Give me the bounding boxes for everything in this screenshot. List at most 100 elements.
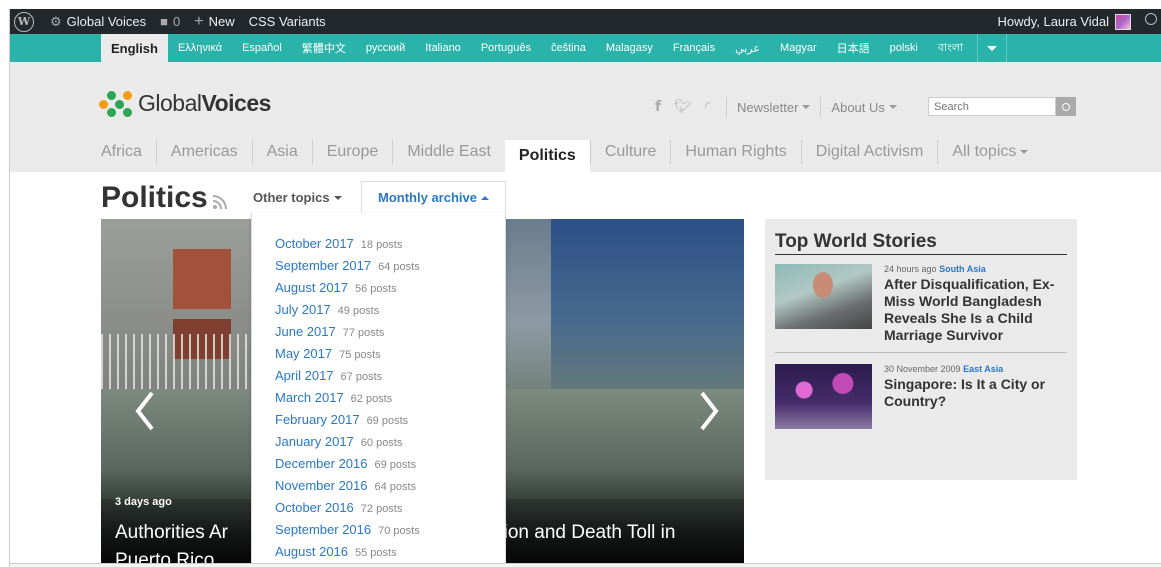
topic-tab[interactable]: Human Rights xyxy=(670,140,800,164)
archive-month-link[interactable]: March 2017 xyxy=(275,390,344,405)
comments-menu[interactable]: ■ 0 xyxy=(160,14,180,29)
story-title[interactable]: Singapore: Is It a City or Country? xyxy=(884,376,1067,410)
language-link[interactable]: English xyxy=(101,34,168,62)
topic-tab[interactable]: Digital Activism xyxy=(800,140,938,164)
language-link[interactable]: русский xyxy=(356,34,415,62)
archive-month-item[interactable]: February 2017 69 posts xyxy=(275,412,505,434)
language-link[interactable]: বাংলা xyxy=(928,34,973,62)
archive-month-item[interactable]: December 2016 69 posts xyxy=(275,456,505,478)
archive-month-item[interactable]: July 2017 49 posts xyxy=(275,302,505,324)
language-link[interactable]: عربي xyxy=(725,34,770,62)
topic-label: Digital Activism xyxy=(815,143,924,160)
archive-month-item[interactable]: September 2016 70 posts xyxy=(275,522,505,544)
more-languages-button[interactable] xyxy=(977,34,1008,62)
archive-month-item[interactable]: September 2017 64 posts xyxy=(275,258,505,280)
archive-month-item[interactable]: June 2017 77 posts xyxy=(275,324,505,346)
monthly-archive-toggle[interactable]: Monthly archive xyxy=(361,181,506,213)
topic-label: Europe xyxy=(326,143,379,160)
story-region-link[interactable]: East Asia xyxy=(963,364,1003,374)
story-title[interactable]: After Disqualification, Ex-Miss World Ba… xyxy=(884,276,1067,344)
language-link[interactable]: Español xyxy=(232,34,292,62)
wordpress-logo-icon[interactable]: W xyxy=(14,11,34,32)
comment-icon: ■ xyxy=(160,14,169,29)
rss-feed-icon[interactable] xyxy=(212,194,228,210)
archive-month-link[interactable]: June 2017 xyxy=(275,324,336,339)
language-link[interactable]: Português xyxy=(471,34,541,62)
language-link[interactable]: Ελληνικά xyxy=(168,34,232,62)
topic-tab[interactable]: Americas xyxy=(155,140,252,164)
facebook-icon[interactable]: f xyxy=(655,99,661,115)
archive-month-item[interactable]: October 2016 72 posts xyxy=(275,500,505,522)
rss-icon[interactable]: ◜ xyxy=(705,98,710,115)
topic-tab[interactable]: All topics xyxy=(937,140,1042,164)
language-link[interactable]: polski xyxy=(880,34,928,62)
language-link[interactable]: Italiano xyxy=(415,34,470,62)
search-input[interactable] xyxy=(928,97,1056,116)
story-thumbnail[interactable] xyxy=(775,364,872,429)
archive-month-link[interactable]: April 2017 xyxy=(275,368,334,383)
language-link[interactable]: 日本語 xyxy=(827,34,880,62)
archive-month-link[interactable]: September 2017 xyxy=(275,258,371,273)
archive-month-item[interactable]: May 2017 75 posts xyxy=(275,346,505,368)
archive-post-count: 69 posts xyxy=(366,415,409,427)
archive-month-link[interactable]: February 2017 xyxy=(275,412,360,427)
language-list: English Ελληνικά Español 繁體中文 русский Italian… xyxy=(101,34,1008,62)
language-link[interactable]: 繁體中文 xyxy=(292,34,356,62)
site-header: GlobalVoices f 🐦︎ ◜ Newsletter About Us … xyxy=(10,62,1161,172)
archive-month-item[interactable]: March 2017 62 posts xyxy=(275,390,505,412)
topic-tab[interactable]: Middle East xyxy=(392,140,505,164)
story-thumbnail[interactable] xyxy=(775,264,872,329)
admin-search-icon[interactable] xyxy=(1145,13,1157,25)
archive-month-link[interactable]: September 2016 xyxy=(275,522,371,537)
new-menu[interactable]: + New xyxy=(194,13,234,31)
archive-month-item[interactable]: April 2017 67 posts xyxy=(275,368,505,390)
avatar xyxy=(1115,13,1131,30)
archive-month-link[interactable]: October 2017 xyxy=(275,236,354,251)
topic-tab[interactable]: Culture xyxy=(589,140,671,164)
css-variants-menu[interactable]: CSS Variants xyxy=(249,14,326,29)
chevron-right-icon xyxy=(700,391,719,431)
archive-month-link[interactable]: August 2016 xyxy=(275,544,348,559)
chevron-left-icon xyxy=(135,391,154,431)
slider-next-button[interactable] xyxy=(699,391,719,431)
newsletter-menu[interactable]: Newsletter xyxy=(726,97,820,117)
archive-month-item[interactable]: November 2016 64 posts xyxy=(275,478,505,500)
archive-month-link[interactable]: October 2016 xyxy=(275,500,354,515)
language-link[interactable]: Malagasy xyxy=(596,34,663,62)
topic-tab[interactable]: Asia xyxy=(251,140,312,164)
story-item[interactable]: 30 November 2009 East Asia Singapore: Is… xyxy=(775,352,1067,429)
social-links: f 🐦︎ ◜ xyxy=(655,98,710,115)
search-icon xyxy=(1062,102,1070,111)
archive-month-link[interactable]: November 2016 xyxy=(275,478,368,493)
language-link[interactable]: Français xyxy=(663,34,725,62)
topic-tab[interactable]: Politics xyxy=(504,140,590,172)
archive-month-link[interactable]: January 2017 xyxy=(275,434,354,449)
language-link[interactable]: čeština xyxy=(541,34,596,62)
archive-month-item[interactable]: August 2017 56 posts xyxy=(275,280,505,302)
archive-post-count: 56 posts xyxy=(355,283,397,295)
archive-month-link[interactable]: December 2016 xyxy=(275,456,368,471)
archive-month-link[interactable]: August 2017 xyxy=(275,280,348,295)
archive-post-count: 77 posts xyxy=(342,327,385,339)
archive-month-link[interactable]: July 2017 xyxy=(275,302,331,317)
language-link[interactable]: Magyar xyxy=(770,34,827,62)
archive-month-link[interactable]: May 2017 xyxy=(275,346,332,361)
archive-post-count: 69 posts xyxy=(374,459,417,471)
site-name-menu[interactable]: ⚙ Global Voices xyxy=(50,14,146,30)
story-region-link[interactable]: South Asia xyxy=(939,264,986,274)
search-button[interactable] xyxy=(1056,97,1076,116)
account-menu[interactable]: Howdy, Laura Vidal xyxy=(997,9,1131,34)
about-menu[interactable]: About Us xyxy=(820,97,906,117)
top-world-stories: Top World Stories 24 hours ago South Asi… xyxy=(765,219,1077,480)
horizontal-scrollbar[interactable] xyxy=(10,563,1161,567)
archive-month-item[interactable]: January 2017 60 posts xyxy=(275,434,505,456)
slider-prev-button[interactable] xyxy=(135,391,155,431)
topic-tab[interactable]: Africa xyxy=(101,140,156,164)
story-meta: 24 hours ago South Asia xyxy=(884,264,986,274)
story-item[interactable]: 24 hours ago South Asia After Disqualifi… xyxy=(775,264,1067,344)
site-logo[interactable]: GlobalVoices xyxy=(99,90,271,117)
archive-month-item[interactable]: October 2017 18 posts xyxy=(275,236,505,258)
twitter-icon[interactable]: 🐦︎ xyxy=(674,98,692,115)
topic-tab[interactable]: Europe xyxy=(311,140,393,164)
other-topics-menu[interactable]: Other topics xyxy=(253,190,342,205)
